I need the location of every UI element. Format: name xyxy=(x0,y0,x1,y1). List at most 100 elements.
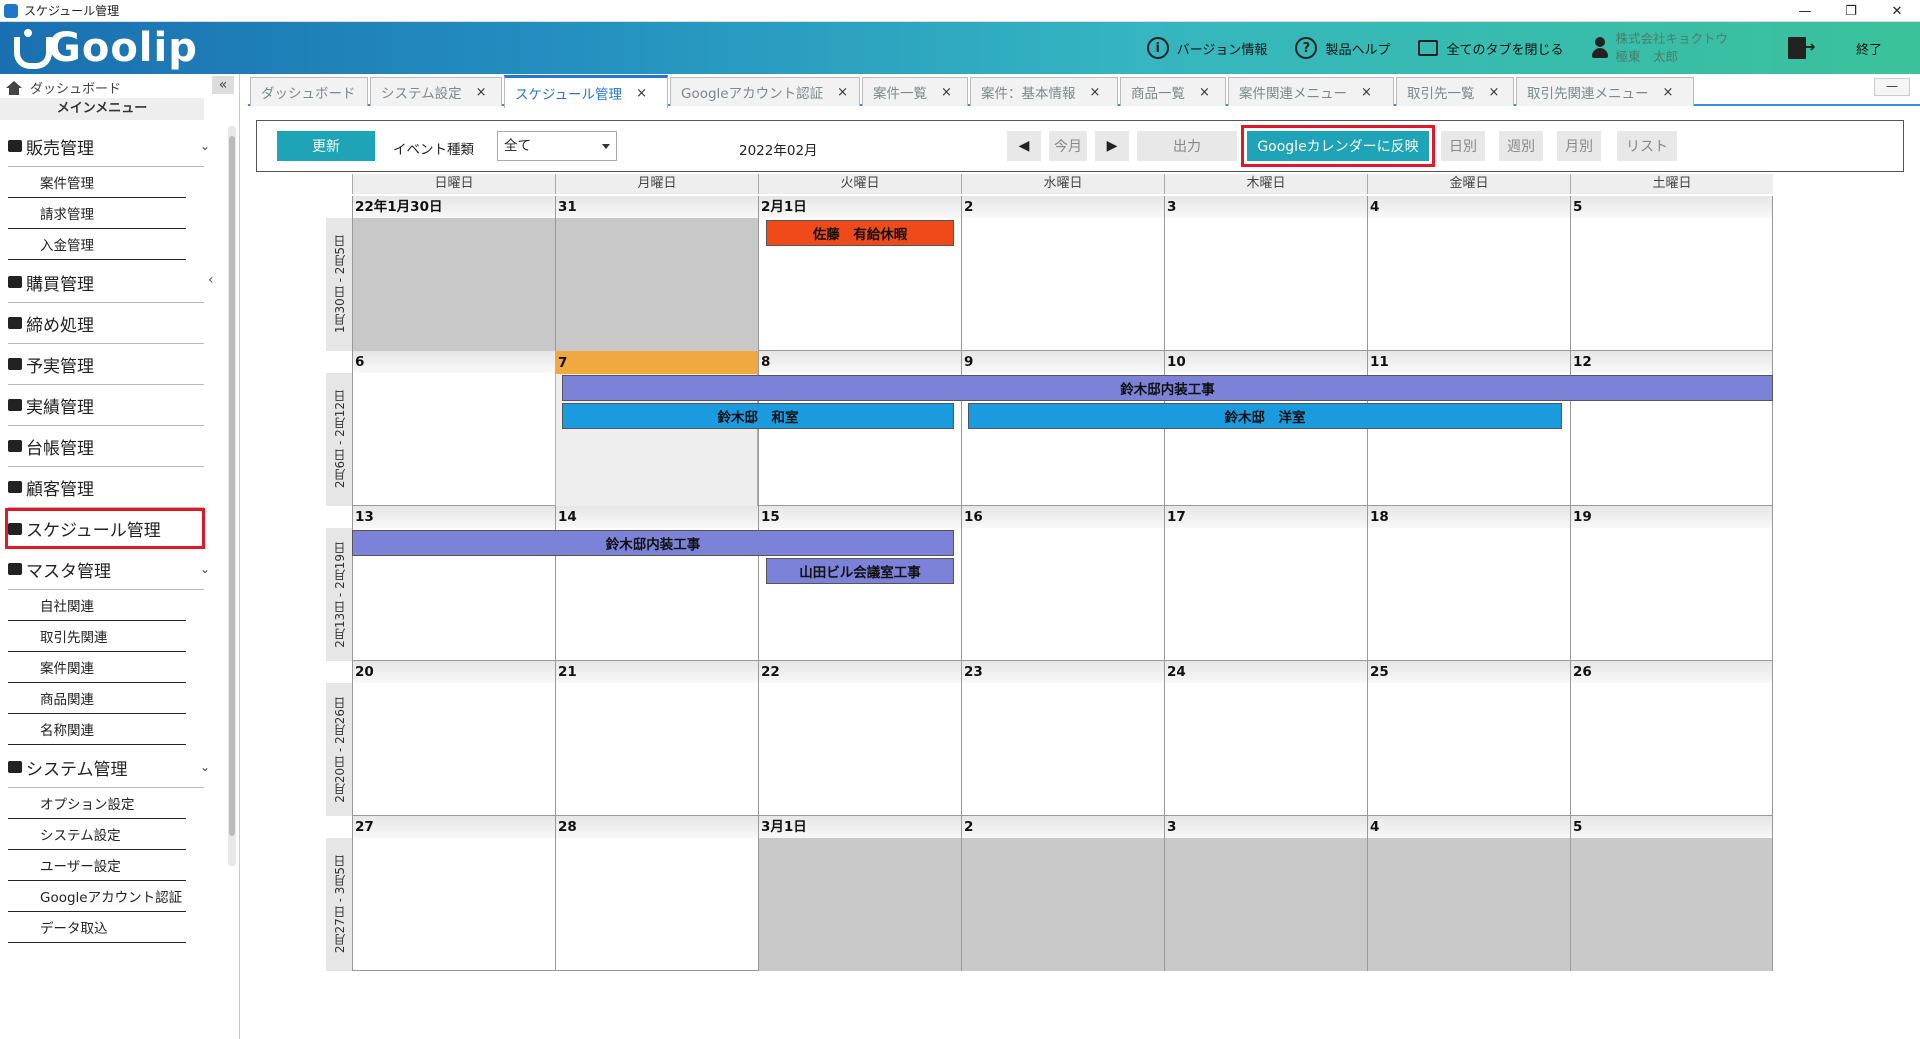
this-month-button[interactable]: 今月 xyxy=(1049,131,1087,161)
sidebar-subitem-billing[interactable]: 請求管理 xyxy=(8,198,186,229)
calendar-day[interactable]: 2 xyxy=(961,196,1164,351)
sidebar-item-ledger[interactable]: 台帳管理 xyxy=(8,426,204,467)
tab-partner-list[interactable]: 取引先一覧 × xyxy=(1396,77,1514,106)
tab-dashboard[interactable]: ダッシュボード xyxy=(250,77,368,106)
calendar-day[interactable]: 19 xyxy=(1570,506,1773,661)
tab-google-auth[interactable]: Googleアカウント認証 × xyxy=(670,77,860,106)
close-icon[interactable]: × xyxy=(1663,85,1674,100)
calendar-day[interactable]: 22 xyxy=(758,661,961,816)
sidebar-subitem-case-management[interactable]: 案件管理 xyxy=(8,167,186,198)
calendar-day[interactable]: 3 xyxy=(1164,816,1367,971)
calendar-day[interactable]: 24 xyxy=(1164,661,1367,816)
calendar-day[interactable]: 28 xyxy=(555,816,758,971)
calendar-day[interactable]: 21 xyxy=(555,661,758,816)
tab-schedule[interactable]: スケジュール管理 × xyxy=(504,75,668,108)
calendar-event[interactable]: 山田ビル会議室工事 xyxy=(766,558,954,584)
tab-product-list[interactable]: 商品一覧 × xyxy=(1120,77,1226,106)
tab-minimize-button[interactable]: — xyxy=(1874,78,1910,96)
sidebar-item-system[interactable]: システム管理 ⌄ xyxy=(8,747,210,788)
sidebar-subitem-company[interactable]: 自社関連 xyxy=(8,590,186,621)
calendar-day[interactable]: 5 xyxy=(1570,816,1773,971)
sidebar-item-closing[interactable]: 締め処理 xyxy=(8,303,204,344)
calendar-event[interactable]: 鈴木邸 洋室 xyxy=(968,403,1562,429)
sidebar-subitem-options[interactable]: オプション設定 xyxy=(8,788,186,819)
output-button[interactable]: 出力 xyxy=(1137,131,1237,161)
close-icon[interactable]: × xyxy=(636,86,647,101)
calendar-day[interactable]: 23 xyxy=(961,661,1164,816)
calendar-day[interactable]: 22年1月30日 xyxy=(352,196,555,351)
tab-system-settings[interactable]: システム設定 × xyxy=(370,77,502,106)
google-calendar-sync-button[interactable]: Googleカレンダーに反映 xyxy=(1247,131,1429,161)
sidebar-subitem-product[interactable]: 商品関連 xyxy=(8,683,186,714)
sidebar-item-master[interactable]: マスタ管理 ⌄ xyxy=(8,549,210,590)
version-info-button[interactable]: i バージョン情報 xyxy=(1146,37,1267,59)
sidebar-item-budget[interactable]: 予実管理 xyxy=(8,344,204,385)
sidebar-subitem-case[interactable]: 案件関連 xyxy=(8,652,186,683)
calendar-day[interactable]: 4 xyxy=(1367,196,1570,351)
tab-partner-menu[interactable]: 取引先関連メニュー × xyxy=(1516,77,1694,106)
minimize-button[interactable]: — xyxy=(1782,0,1828,22)
exit-button[interactable]: 終了 xyxy=(1787,37,1882,59)
maximize-button[interactable]: ❐ xyxy=(1828,0,1874,22)
sidebar-item-schedule[interactable]: スケジュール管理 xyxy=(5,508,205,549)
close-icon[interactable]: × xyxy=(1090,85,1101,100)
close-icon[interactable]: × xyxy=(1489,85,1500,100)
sidebar-subitem-data-import[interactable]: データ取込 xyxy=(8,912,186,943)
calendar-day[interactable]: 25 xyxy=(1367,661,1570,816)
sidebar-subitem-partner[interactable]: 取引先関連 xyxy=(8,621,186,652)
daily-view-button[interactable]: 日別 xyxy=(1441,131,1485,161)
close-icon[interactable]: × xyxy=(837,85,848,100)
calendar-day[interactable]: 3 xyxy=(1164,196,1367,351)
calendar-day[interactable]: 17 xyxy=(1164,506,1367,661)
sidebar-subitem-payment[interactable]: 入金管理 xyxy=(8,229,186,260)
weekday-monday: 月曜日 xyxy=(555,174,758,194)
day-number: 2 xyxy=(962,816,1164,838)
sidebar-scrollbar[interactable] xyxy=(228,126,236,866)
calendar-day[interactable]: 27 xyxy=(352,816,555,971)
sidebar-dashboard-link[interactable]: ダッシュボード xyxy=(6,78,121,97)
tab-case-menu[interactable]: 案件関連メニュー × xyxy=(1228,77,1394,106)
sidebar-subitem-naming[interactable]: 名称関連 xyxy=(8,714,186,745)
calendar-day[interactable]: 6 xyxy=(352,351,555,506)
calendar-day[interactable]: 18 xyxy=(1367,506,1570,661)
calendar-day[interactable]: 26 xyxy=(1570,661,1773,816)
tab-case-basic[interactable]: 案件：基本情報 × xyxy=(970,77,1118,106)
next-month-button[interactable]: ▶ xyxy=(1095,131,1129,161)
calendar-event[interactable]: 佐藤 有給休暇 xyxy=(766,220,954,246)
calendar-day[interactable]: 4 xyxy=(1367,816,1570,971)
calendar-day[interactable]: 3月1日 xyxy=(758,816,961,971)
sidebar-subitem-system-settings[interactable]: システム設定 xyxy=(8,819,186,850)
sidebar-item-label: マスタ管理 xyxy=(26,561,111,582)
product-help-button[interactable]: ? 製品ヘルプ xyxy=(1295,37,1390,59)
calendar-event[interactable]: 鈴木邸内装工事 xyxy=(352,530,954,556)
close-window-button[interactable]: ✕ xyxy=(1874,0,1920,22)
sidebar-chevron-left-icon[interactable]: ‹ xyxy=(208,272,214,288)
update-button[interactable]: 更新 xyxy=(277,131,375,161)
sidebar-collapse-button[interactable]: « xyxy=(212,76,234,94)
tab-case-list[interactable]: 案件一覧 × xyxy=(862,77,968,106)
close-icon[interactable]: × xyxy=(1361,85,1372,100)
calendar-day[interactable]: 16 xyxy=(961,506,1164,661)
close-all-tabs-button[interactable]: 全てのタブを閉じる xyxy=(1418,39,1563,58)
calendar-day[interactable]: 5 xyxy=(1570,196,1773,351)
weekly-view-button[interactable]: 週別 xyxy=(1499,131,1543,161)
sidebar-subitem-user-settings[interactable]: ユーザー設定 xyxy=(8,850,186,881)
calendar-event[interactable]: 鈴木邸内装工事 xyxy=(562,375,1773,401)
list-view-button[interactable]: リスト xyxy=(1617,131,1677,161)
close-icon[interactable]: × xyxy=(1199,85,1210,100)
sidebar-item-sales[interactable]: 販売管理 ⌄ xyxy=(8,126,210,167)
sidebar-item-purchase[interactable]: 購買管理 xyxy=(8,262,204,303)
calendar-day[interactable]: 20 xyxy=(352,661,555,816)
monthly-view-button[interactable]: 月別 xyxy=(1557,131,1601,161)
calendar-week-2: 2月6日 - 2月12日 6 7 8 9 10 11 12 鈴木邸内装工事 鈴木… xyxy=(326,351,1774,507)
close-icon[interactable]: × xyxy=(941,85,952,100)
sidebar-item-customer[interactable]: 顧客管理 xyxy=(8,467,204,508)
calendar-event[interactable]: 鈴木邸 和室 xyxy=(562,403,954,429)
calendar-day[interactable]: 2 xyxy=(961,816,1164,971)
event-type-select[interactable]: 全て xyxy=(497,131,617,161)
sidebar-item-results[interactable]: 実績管理 xyxy=(8,385,204,426)
close-icon[interactable]: × xyxy=(476,85,487,100)
prev-month-button[interactable]: ◀ xyxy=(1007,131,1041,161)
calendar-day[interactable]: 31 xyxy=(555,196,758,351)
sidebar-subitem-google-auth[interactable]: Googleアカウント認証 xyxy=(8,881,186,912)
